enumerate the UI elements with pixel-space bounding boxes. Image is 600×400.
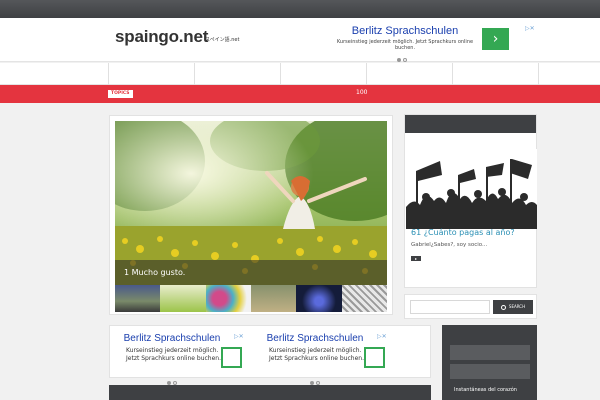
sidebar-post-title[interactable]: 61 ¿Cuánto pagas al año? [411,228,515,237]
thumbnail[interactable] [341,285,387,312]
top-bar [0,0,600,18]
main-nav [0,63,600,85]
ad-choices-icon[interactable]: ▷✕ [234,333,244,340]
slider-caption-bar: 1 Mucho gusto. [115,260,387,285]
sidebar-post-excerpt: Gabriel¿Sabes?, soy socio... [411,242,488,248]
ad-go-button[interactable] [364,347,385,368]
ad-unit[interactable]: Berlitz Sprachschulen Kurseinstieg jeder… [253,333,403,385]
sidebar-header [405,115,536,133]
read-more-button[interactable]: ▸ [411,256,421,261]
ad-description-line2: Jetzt Sprachkurs online buchen. [126,355,222,362]
ad-go-button[interactable]: › [482,28,509,50]
nav-divider [366,63,367,85]
ad-description-line2: Jetzt Sprachkurs online buchen. [269,355,365,362]
ad-unit[interactable]: Berlitz Sprachschulen Kurseinstieg jeder… [110,333,260,385]
site-header: spaingo.net スペイン語.net Berlitz Sprachschu… [0,18,600,62]
site-logo-subtitle: スペイン語.net [205,37,240,43]
nav-divider [280,63,281,85]
sidebar-widget-bar[interactable] [450,345,530,360]
ad-choices-icon[interactable]: ▷✕ [377,333,387,340]
header-ad[interactable]: Berlitz Sprachschulen Kurseinstieg jeder… [335,25,540,62]
slider-image[interactable]: 1 Mucho gusto. [115,121,387,285]
search-button-label: SEARCH [508,304,526,309]
thumbnail[interactable] [250,285,297,312]
ad-title[interactable]: Berlitz Sprachschulen [112,333,232,344]
search-widget: SEARCH [404,294,537,319]
ad-choices-icon[interactable]: ▷✕ [525,25,535,32]
site-logo[interactable]: spaingo.net [115,27,208,47]
slider-thumbnails [115,285,387,312]
thumbnail[interactable] [205,285,251,312]
ticker-text[interactable]: 100 [356,89,367,96]
content-ad-panel: Berlitz Sprachschulen Kurseinstieg jeder… [109,325,431,385]
sidebar-widget-bar[interactable] [450,364,530,379]
sidebar-dark-widget: Instantáneas del corazón [442,325,537,400]
nav-divider [194,63,195,85]
ad-pager-dot[interactable] [397,58,401,62]
topics-label: TOPICS [108,90,133,98]
search-input[interactable] [410,300,490,314]
ad-go-button[interactable] [221,347,242,368]
sidebar-featured-post: 61 ¿Cuánto pagas al año? Gabriel¿Sabes?,… [404,114,537,288]
protest-silhouette-icon[interactable] [406,149,537,229]
ad-description-line1: Kurseinstieg jederzeit möglich. [126,347,219,354]
ad-title[interactable]: Berlitz Sprachschulen [335,25,475,37]
nav-divider [452,63,453,85]
ad-description-line1: Kurseinstieg jederzeit möglich. [269,347,362,354]
topics-bar: TOPICS 100 [0,85,600,103]
search-button[interactable]: SEARCH [493,300,533,314]
thumbnail[interactable] [160,285,206,312]
slider-caption[interactable]: 1 Mucho gusto. [124,268,185,277]
nav-divider [108,63,109,85]
ad-title[interactable]: Berlitz Sprachschulen [255,333,375,344]
thumbnail[interactable] [115,285,161,312]
thumbnail[interactable] [296,285,342,312]
nav-divider [538,63,539,85]
search-icon [500,304,506,310]
section-header-bar [109,385,431,400]
ad-pager-dot[interactable] [403,58,407,62]
sidebar-widget-item[interactable]: Instantáneas del corazón [454,387,517,393]
